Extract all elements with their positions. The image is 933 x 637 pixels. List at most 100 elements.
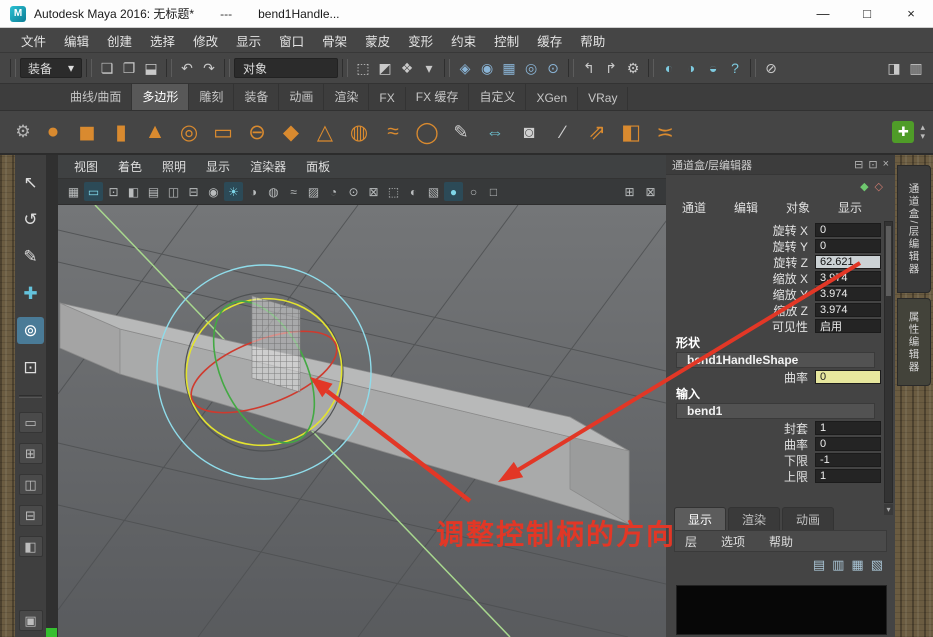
menu-create[interactable]: 创建 xyxy=(98,31,141,50)
panel-menu-view[interactable]: 视图 xyxy=(64,158,108,175)
safe-action-icon[interactable]: ◫ xyxy=(164,182,183,201)
channel-speed-icon[interactable]: ◇ xyxy=(875,180,883,193)
move-tool-icon[interactable]: ✚ xyxy=(17,280,44,307)
help-icon[interactable]: ? xyxy=(724,57,746,79)
menu-cache[interactable]: 缓存 xyxy=(528,31,571,50)
channel-box-scrollbar[interactable] xyxy=(884,221,893,503)
shelf-tab-curves-surfaces[interactable]: 曲线/曲面 xyxy=(60,84,132,110)
poly-sphere-icon[interactable]: ● xyxy=(36,115,70,149)
snap-point-icon[interactable]: ▦ xyxy=(498,57,520,79)
poly-soccer-icon[interactable]: ◯ xyxy=(410,115,444,149)
select-tool-icon[interactable]: ↖ xyxy=(17,169,44,196)
select-hierarchy-icon[interactable]: ⬚ xyxy=(352,57,374,79)
channel-value-field[interactable]: 3.974 xyxy=(815,303,881,317)
panel-menu-shading[interactable]: 着色 xyxy=(108,158,152,175)
sidebar-attribute-editor-icon[interactable]: ◨ xyxy=(883,57,905,79)
panel-menu-lighting[interactable]: 照明 xyxy=(152,158,196,175)
snap-center-icon[interactable]: ◎ xyxy=(520,57,542,79)
isolate-select-icon[interactable]: ⊙ xyxy=(344,182,363,201)
menu-file[interactable]: 文件 xyxy=(12,31,55,50)
channel-value-field[interactable]: 3.974 xyxy=(815,287,881,301)
undo-icon[interactable]: ↶ xyxy=(176,57,198,79)
create-empty-layer-icon[interactable]: ▦ xyxy=(851,557,863,573)
layer-list[interactable] xyxy=(676,585,887,635)
pane-layout-icon[interactable]: ⊞ xyxy=(620,182,639,201)
menu-windows[interactable]: 窗口 xyxy=(270,31,313,50)
menu-skin[interactable]: 蒙皮 xyxy=(356,31,399,50)
poly-helix-icon[interactable]: ≈ xyxy=(376,115,410,149)
channel-label[interactable]: 曲率 xyxy=(784,369,808,386)
mask-dropdown-icon[interactable]: ▾ xyxy=(418,57,440,79)
maya-app-icon[interactable]: M xyxy=(10,6,26,22)
multi-cut-icon[interactable]: ∕ xyxy=(546,115,580,149)
maximize-pane-icon[interactable]: ⊠ xyxy=(641,182,660,201)
save-scene-icon[interactable]: ⬓ xyxy=(140,57,162,79)
camera-attributes-icon[interactable]: ◉ xyxy=(204,182,223,201)
output-connections-icon[interactable]: ↱ xyxy=(600,57,622,79)
shelf-tab-rendering[interactable]: 渲染 xyxy=(324,84,369,110)
channel-label[interactable]: 上限 xyxy=(784,468,808,485)
two-pane-stacked-layout-button[interactable]: ⊟ xyxy=(19,505,43,526)
layer-menu-options[interactable]: 选项 xyxy=(721,533,745,550)
bend-lattice[interactable] xyxy=(252,296,300,392)
poly-cube-icon[interactable]: ◼ xyxy=(70,115,104,149)
channel-menu-channels[interactable]: 通道 xyxy=(682,199,706,216)
depth-of-field-icon[interactable]: ◔ xyxy=(324,182,343,201)
grid-toggle-icon[interactable]: ▦ xyxy=(64,182,83,201)
mirror-icon[interactable]: ⇔ xyxy=(478,115,512,149)
safe-title-icon[interactable]: ⊟ xyxy=(184,182,203,201)
xray-icon[interactable]: ⊠ xyxy=(364,182,383,201)
sculpt-tool-icon[interactable]: ✎ xyxy=(444,115,478,149)
shelf-tab-animation[interactable]: 动画 xyxy=(279,84,324,110)
resolution-gate-icon[interactable]: ⊡ xyxy=(104,182,123,201)
rotate-tool-icon[interactable]: ⊚ xyxy=(17,317,44,344)
shelf-tab-fx-caching[interactable]: FX 缓存 xyxy=(406,84,470,110)
bridge-icon[interactable]: ≍ xyxy=(648,115,682,149)
shelf-scroll-down-icon[interactable]: ▾ xyxy=(920,132,925,141)
channel-menu-show[interactable]: 显示 xyxy=(838,199,862,216)
select-object-icon[interactable]: ◩ xyxy=(374,57,396,79)
channel-value-field[interactable]: -1 xyxy=(815,453,881,467)
channel-label[interactable]: 下限 xyxy=(784,452,808,469)
channel-value-field-keyed[interactable]: 0 xyxy=(815,370,881,384)
grip-handle[interactable] xyxy=(648,59,654,77)
lock-icon[interactable]: ⊘ xyxy=(760,57,782,79)
render-view-icon[interactable]: ◐ xyxy=(658,57,680,79)
gate-mask-icon[interactable]: ◧ xyxy=(124,182,143,201)
shape-node-row[interactable]: bend1HandleShape xyxy=(676,352,875,368)
poly-pyramid-icon[interactable]: △ xyxy=(308,115,342,149)
menu-edit[interactable]: 编辑 xyxy=(55,31,98,50)
selection-mask-field[interactable]: 对象 xyxy=(234,58,338,78)
layer-menu-help[interactable]: 帮助 xyxy=(769,533,793,550)
poly-disc-icon[interactable]: ⊖ xyxy=(240,115,274,149)
select-component-icon[interactable]: ❖ xyxy=(396,57,418,79)
grip-handle[interactable] xyxy=(750,59,756,77)
maximize-button[interactable]: □ xyxy=(845,0,889,27)
shelf-tab-xgen[interactable]: XGen xyxy=(526,87,578,110)
open-scene-icon[interactable]: ❐ xyxy=(118,57,140,79)
layer-tab-display[interactable]: 显示 xyxy=(674,507,726,532)
poly-pipe-icon[interactable]: ◍ xyxy=(342,115,376,149)
film-gate-icon[interactable]: ▭ xyxy=(84,182,103,201)
shelf-tab-vray[interactable]: VRay xyxy=(578,87,628,110)
shelf-tab-rigging[interactable]: 装备 xyxy=(234,84,279,110)
two-pane-side-layout-button[interactable]: ◫ xyxy=(19,474,43,495)
shelf-tab-sculpting[interactable]: 雕刻 xyxy=(189,84,234,110)
textured-display-icon[interactable]: ▧ xyxy=(424,182,443,201)
lasso-tool-icon[interactable]: ↺ xyxy=(17,206,44,233)
poly-plane-icon[interactable]: ▭ xyxy=(206,115,240,149)
menu-help[interactable]: 帮助 xyxy=(571,31,614,50)
ipr-render-icon[interactable]: ◑ xyxy=(680,57,702,79)
channel-value-field[interactable]: 0 xyxy=(815,437,881,451)
menu-modify[interactable]: 修改 xyxy=(184,31,227,50)
menu-set-dropdown[interactable]: 装备 ▾ xyxy=(20,58,82,78)
motion-blur-icon[interactable]: ≈ xyxy=(284,182,303,201)
snap-curve-icon[interactable]: ◉ xyxy=(476,57,498,79)
channel-label[interactable]: 旋转 Z xyxy=(773,254,808,271)
move-layer-up-icon[interactable]: ▤ xyxy=(813,557,825,573)
pane-split-icon[interactable]: ⊟ xyxy=(854,158,863,171)
channel-value-field[interactable]: 3.974 xyxy=(815,271,881,285)
scale-tool-icon[interactable]: ⊡ xyxy=(17,354,44,381)
grip-handle[interactable] xyxy=(568,59,574,77)
dock-tab-channel-box[interactable]: 通道盒/层编辑器 xyxy=(897,165,931,293)
